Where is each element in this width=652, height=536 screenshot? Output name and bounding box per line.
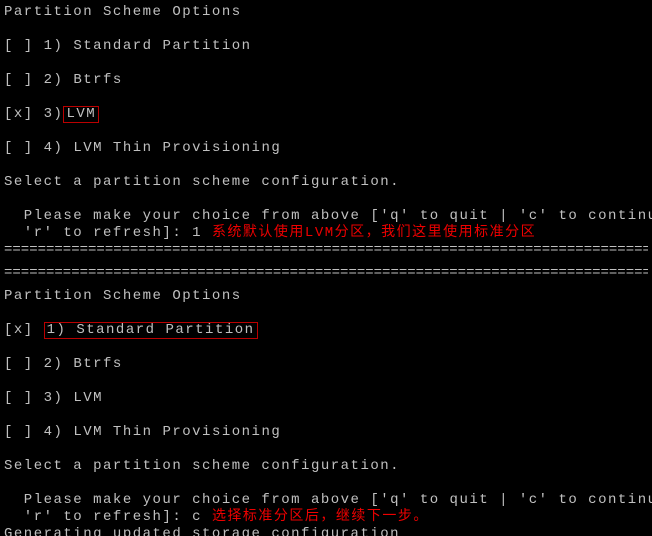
section2-title: Partition Scheme Options	[4, 288, 648, 305]
selected-highlight-1: LVM	[63, 106, 99, 123]
option-lvm-1[interactable]: [x] 3)LVM	[4, 106, 648, 123]
option-btrfs-2[interactable]: [ ] 2) Btrfs	[4, 356, 648, 373]
selected-highlight-2: 1) Standard Partition	[44, 322, 258, 339]
annotation-1: 系统默认使用LVM分区，我们这里使用标准分区	[212, 225, 536, 241]
divider-top: ========================================…	[4, 242, 648, 259]
option-lvmthin-2[interactable]: [ ] 4) LVM Thin Provisioning	[4, 424, 648, 441]
instruction-1: Select a partition scheme configuration.	[4, 174, 648, 191]
status-generating: Generating updated storage configuration	[4, 526, 648, 536]
option-lvmthin-1[interactable]: [ ] 4) LVM Thin Provisioning	[4, 140, 648, 157]
option-lvm-2[interactable]: [ ] 3) LVM	[4, 390, 648, 407]
instruction-2: Select a partition scheme configuration.	[4, 458, 648, 475]
divider-bottom: ========================================…	[4, 265, 648, 282]
prompt-line1-2: Please make your choice from above ['q' …	[4, 492, 648, 509]
prompt-line1-1: Please make your choice from above ['q' …	[4, 208, 648, 225]
option-standard-2[interactable]: [x] 1) Standard Partition	[4, 322, 648, 339]
option-standard-1[interactable]: [ ] 1) Standard Partition	[4, 38, 648, 55]
option-btrfs-1[interactable]: [ ] 2) Btrfs	[4, 72, 648, 89]
prompt-line2-2[interactable]: 'r' to refresh]: c 选择标准分区后，继续下一步。	[4, 509, 648, 526]
annotation-2: 选择标准分区后，继续下一步。	[212, 509, 429, 525]
terminal-window: Partition Scheme Options [ ] 1) Standard…	[0, 0, 652, 536]
section1-title: Partition Scheme Options	[4, 4, 648, 21]
prompt-line2-1[interactable]: 'r' to refresh]: 1 系统默认使用LVM分区，我们这里使用标准分…	[4, 225, 648, 242]
